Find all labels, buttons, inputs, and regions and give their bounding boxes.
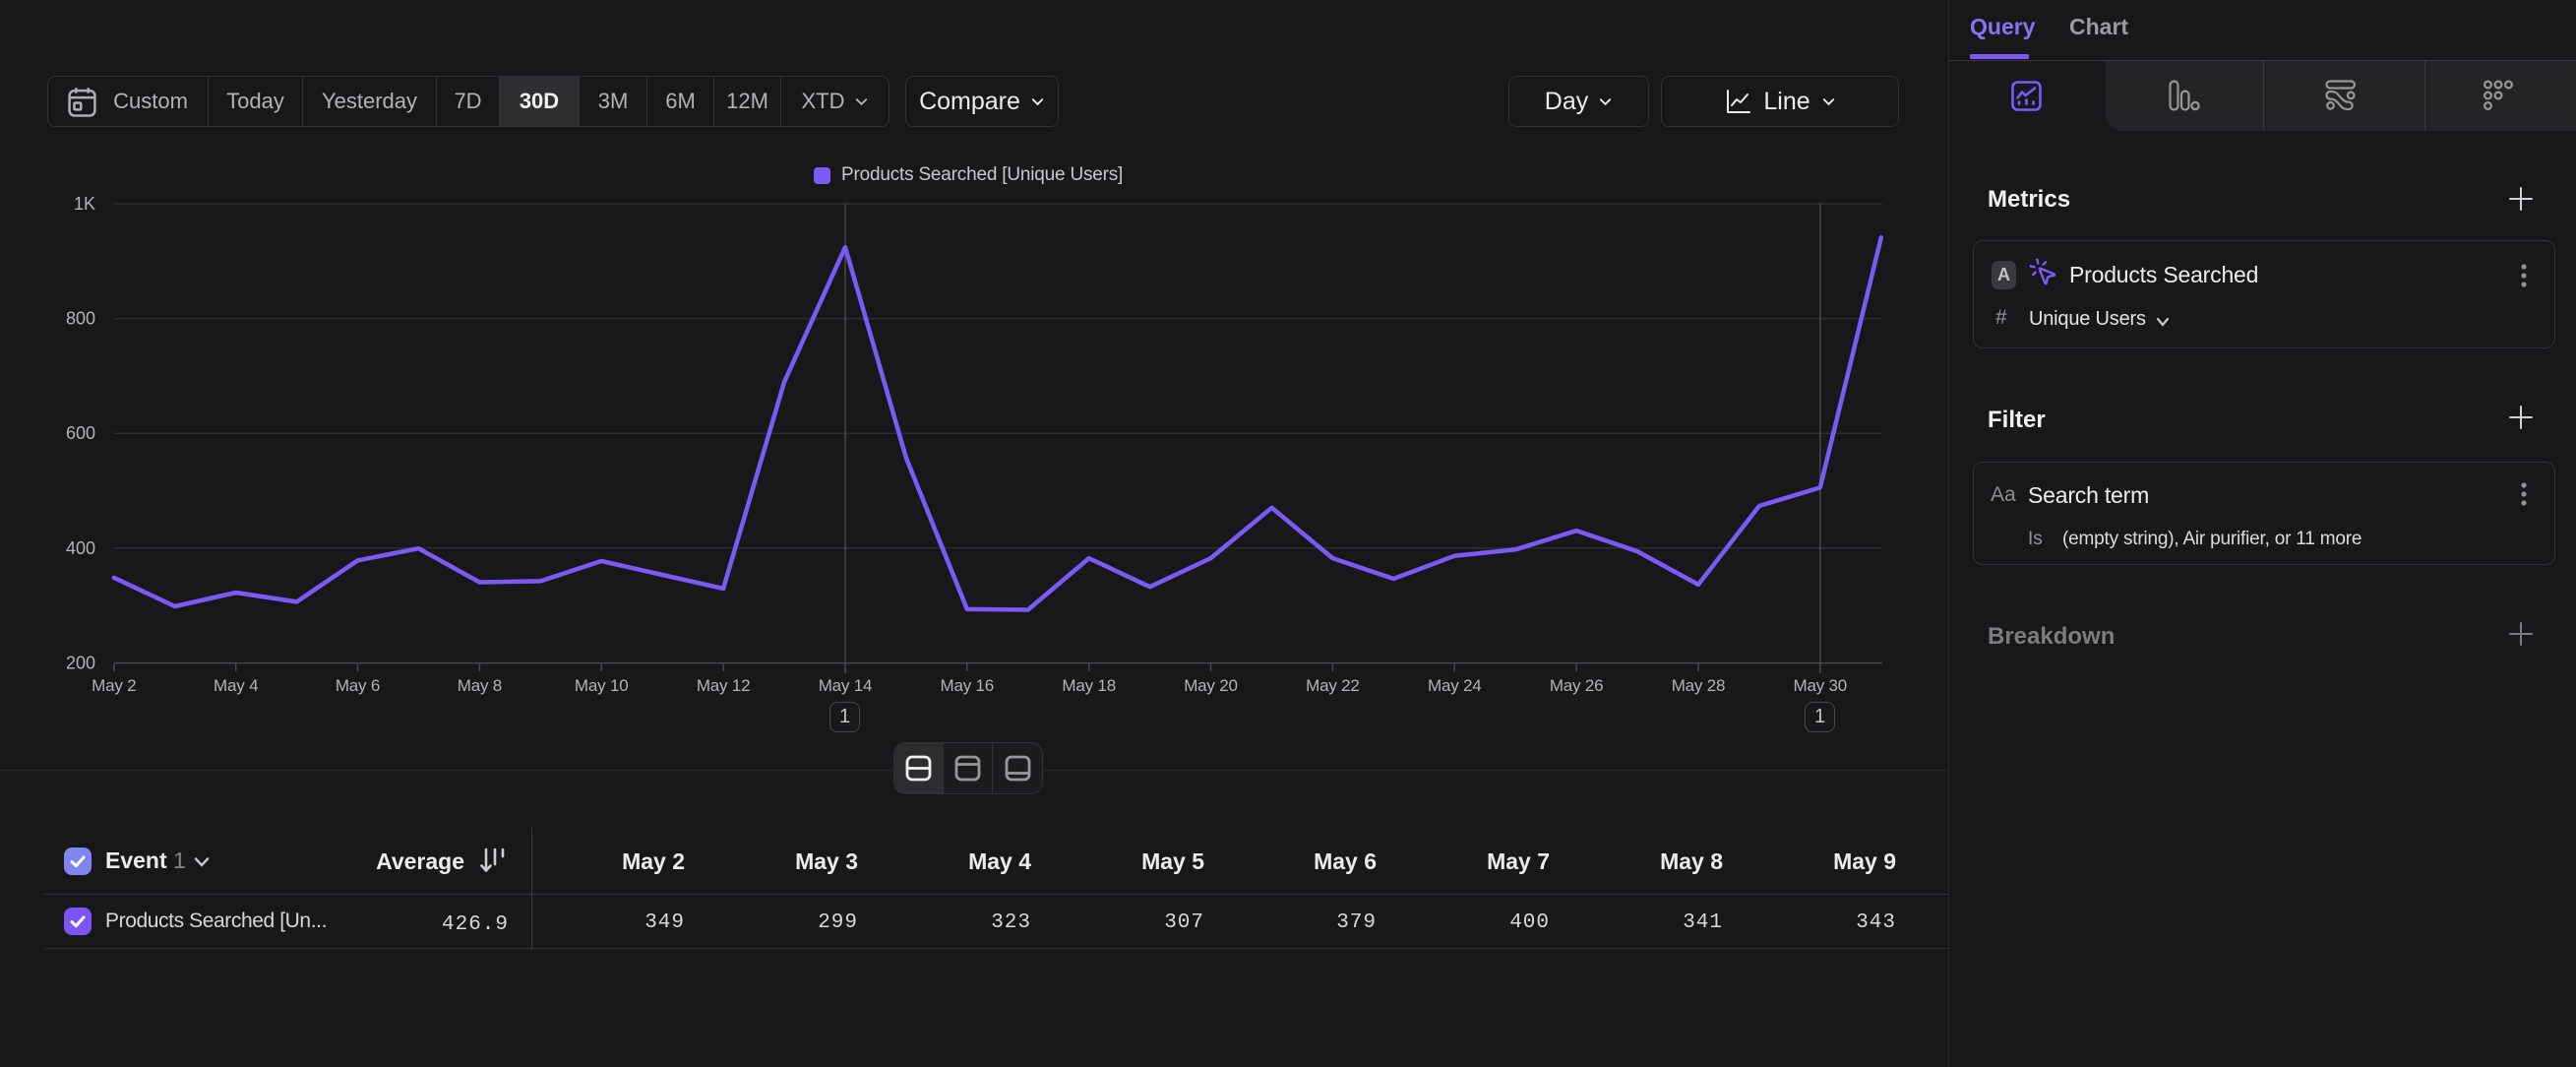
- svg-text:May 30: May 30: [1794, 676, 1848, 695]
- svg-text:May 8: May 8: [458, 676, 502, 695]
- svg-text:May 2: May 2: [92, 676, 136, 695]
- svg-text:May 14: May 14: [819, 676, 873, 695]
- svg-text:1K: 1K: [74, 194, 95, 214]
- svg-text:600: 600: [66, 423, 95, 443]
- svg-text:800: 800: [66, 309, 95, 329]
- svg-text:May 10: May 10: [575, 676, 629, 695]
- svg-text:May 28: May 28: [1672, 676, 1726, 695]
- svg-text:May 20: May 20: [1184, 676, 1238, 695]
- svg-text:May 6: May 6: [336, 676, 380, 695]
- svg-text:May 4: May 4: [214, 676, 258, 695]
- svg-text:May 26: May 26: [1550, 676, 1604, 695]
- svg-text:May 12: May 12: [697, 676, 751, 695]
- svg-text:200: 200: [66, 654, 95, 673]
- svg-text:May 16: May 16: [941, 676, 995, 695]
- svg-text:400: 400: [66, 538, 95, 558]
- svg-text:May 18: May 18: [1062, 676, 1116, 695]
- svg-text:May 24: May 24: [1428, 676, 1482, 695]
- svg-text:May 22: May 22: [1306, 676, 1360, 695]
